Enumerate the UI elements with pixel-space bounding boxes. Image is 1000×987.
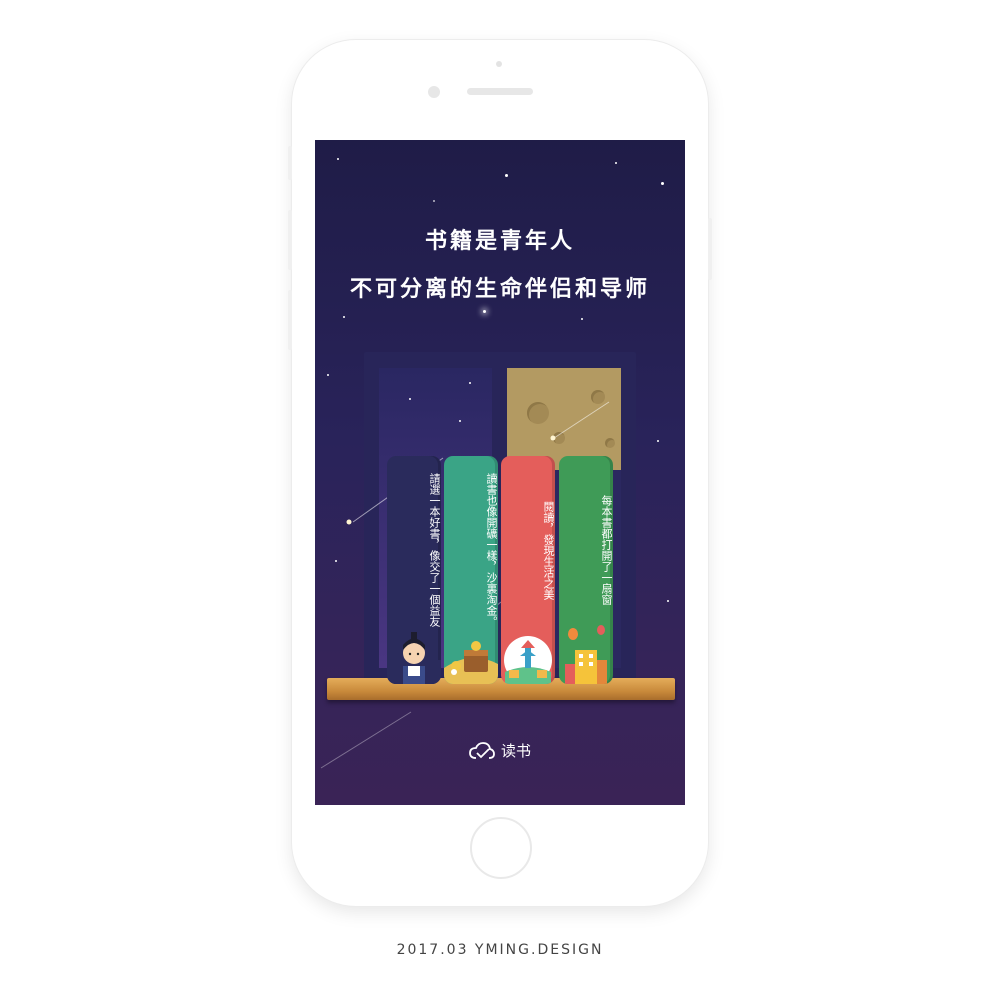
book-3[interactable]: 閱讀，發現生活之美 [501, 456, 555, 684]
book-title: 閱讀，發現生活之美 [542, 500, 555, 600]
design-credit: 2017.03 YMING.DESIGN [396, 942, 604, 958]
home-button[interactable] [470, 817, 532, 879]
shooting-stars [320, 401, 610, 769]
city-balloon-icon [565, 625, 607, 684]
book-title: 每本書都打開了一扇窗 [600, 495, 613, 605]
book-title: 讀書也像開礦一樣，沙裏淘金。 [485, 473, 498, 627]
cloud-check-icon [469, 741, 495, 759]
book-title: 請選一本好書，像交了一個益友 [428, 473, 441, 627]
proximity-sensor [428, 86, 440, 98]
front-camera [496, 61, 502, 67]
scholar-icon [387, 632, 441, 684]
earpiece-speaker [467, 88, 533, 95]
splash-screen: 书籍是青年人 不可分离的生命伴侣和导师 請選一本好書，像交了一個益友 讀書也像開… [315, 140, 685, 805]
book-2[interactable]: 讀書也像開礦一樣，沙裏淘金。 [444, 456, 498, 684]
treasure-chest-icon [444, 641, 498, 684]
app-logo: 读书 [315, 740, 685, 761]
pagoda-landscape-icon [504, 636, 552, 684]
mute-switch [288, 146, 292, 180]
book-4[interactable]: 每本書都打開了一扇窗 [559, 456, 613, 684]
volume-up-button [288, 210, 292, 270]
book-1[interactable]: 請選一本好書，像交了一個益友 [387, 456, 441, 684]
volume-down-button [288, 290, 292, 350]
app-name: 读书 [500, 742, 531, 760]
power-button [708, 218, 712, 280]
